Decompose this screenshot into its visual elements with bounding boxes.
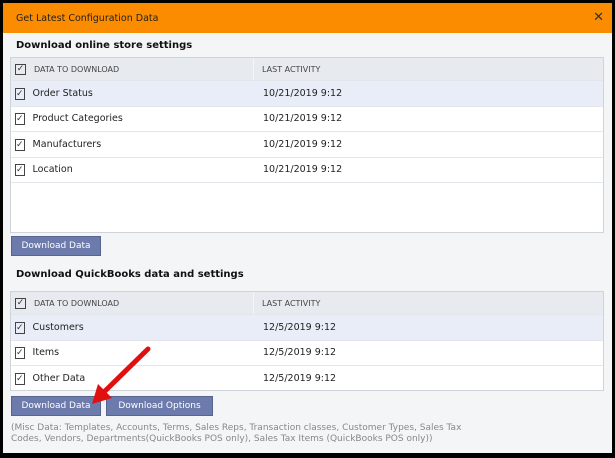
red-arrow-annotation [92,346,151,404]
